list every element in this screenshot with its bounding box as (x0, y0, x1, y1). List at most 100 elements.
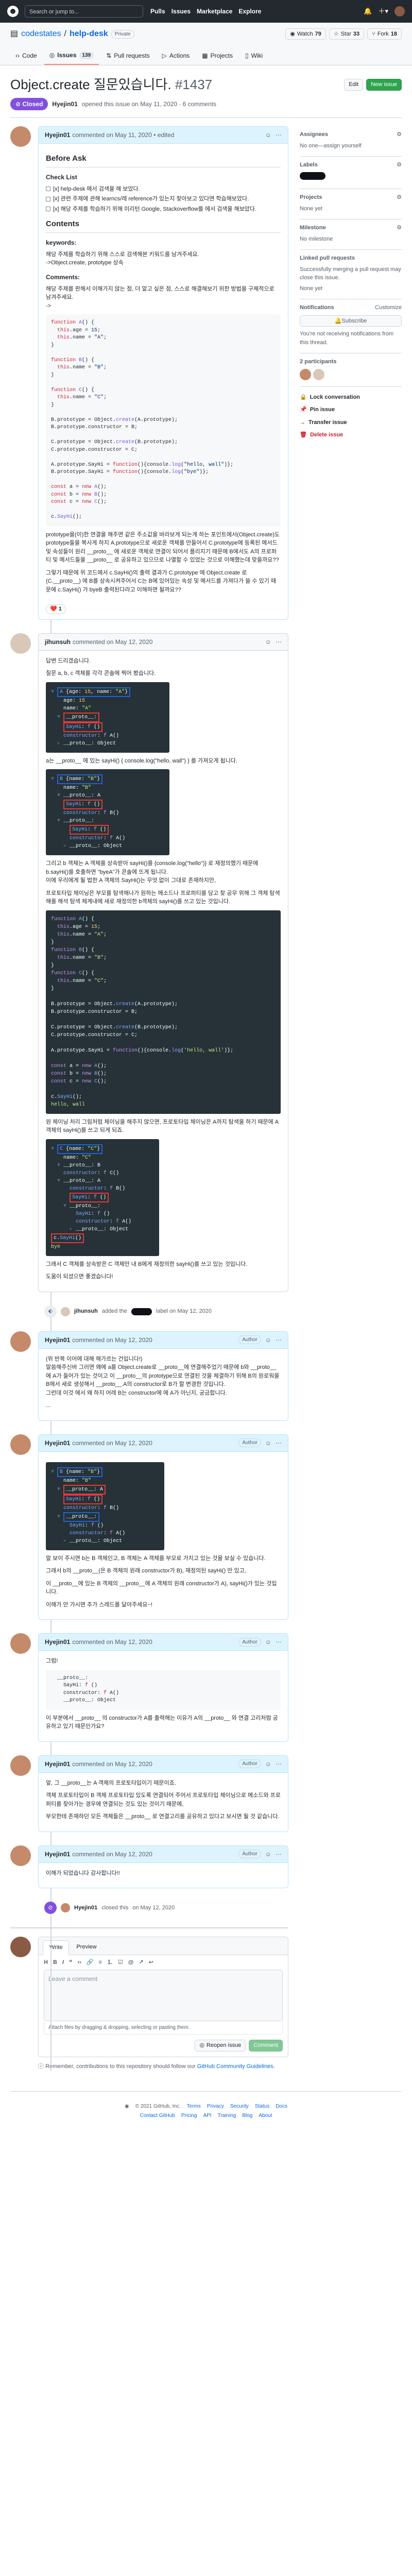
footer-link[interactable]: Privacy (207, 2103, 224, 2110)
guidelines-link[interactable]: GitHub Community Guidelines (197, 2063, 273, 2070)
avatar[interactable] (10, 633, 31, 654)
reply-icon[interactable]: ↩ (149, 1958, 153, 1967)
footer-link[interactable]: Training (218, 2112, 236, 2120)
gear-icon[interactable]: ⚙ (397, 224, 402, 232)
footer-link[interactable]: Status (255, 2103, 269, 2110)
bell-icon[interactable]: 🔔 (364, 6, 372, 16)
pin-issue-action[interactable]: 📌 Pin issue (300, 403, 402, 416)
event-user[interactable]: Hyejin01 (74, 1904, 97, 1912)
repo-name-link[interactable]: help-desk (70, 28, 108, 40)
attach-files-hint[interactable]: Attach files by dragging & dropping, sel… (44, 2021, 283, 2035)
avatar[interactable] (10, 1633, 31, 1654)
lock-conversation-action[interactable]: 🔒 Lock conversation (300, 391, 402, 404)
event-user[interactable]: jihunsuh (74, 1307, 98, 1316)
comment-button[interactable]: Comment (249, 2040, 283, 2052)
repo-owner-link[interactable]: codestates (21, 28, 61, 40)
comment-author[interactable]: Hyejin01 (45, 1335, 70, 1345)
avatar[interactable] (61, 1903, 70, 1912)
github-logo-icon[interactable] (7, 6, 19, 17)
edit-button[interactable]: Edit (344, 79, 364, 91)
tab-actions[interactable]: ▷ Actions (157, 46, 195, 65)
assignees-value[interactable]: No one—assign yourself (300, 143, 362, 149)
subscribe-button[interactable]: 🔔Subscribe (300, 315, 402, 327)
comment-author[interactable]: Hyejin01 (45, 1759, 70, 1769)
tab-preview[interactable]: Preview (70, 1940, 102, 1955)
issue-author[interactable]: Hyejin01 (52, 99, 77, 109)
italic-icon[interactable]: I (62, 1958, 64, 1967)
list-icon[interactable]: ≡ (98, 1958, 101, 1967)
heart-reaction[interactable]: ❤️ 1 (46, 604, 66, 614)
mention-icon[interactable]: @ (128, 1958, 134, 1967)
numbered-list-icon[interactable]: ⒈ (107, 1958, 113, 1967)
customize-link[interactable]: Customize (375, 303, 402, 312)
smiley-icon[interactable]: ☺ (265, 1759, 271, 1769)
nav-marketplace[interactable]: Marketplace (197, 7, 232, 16)
avatar[interactable] (61, 1307, 70, 1316)
gear-icon[interactable]: ⚙ (397, 193, 402, 202)
footer-link[interactable]: Pricing (181, 2112, 197, 2120)
gear-icon[interactable]: ⚙ (397, 161, 402, 170)
avatar[interactable] (10, 126, 31, 147)
comment-author[interactable]: Hyejin01 (45, 130, 70, 140)
star-button[interactable]: ☆ Star 33 (329, 28, 365, 40)
kebab-icon[interactable]: ⋯ (276, 1335, 282, 1345)
label-chip[interactable] (131, 1308, 152, 1315)
comment-author[interactable]: Hyejin01 (45, 1850, 70, 1859)
bold-icon[interactable]: B (53, 1958, 57, 1967)
checkbox[interactable] (46, 207, 50, 212)
kebab-icon[interactable]: ⋯ (276, 1438, 282, 1448)
avatar[interactable] (10, 1845, 31, 1866)
plus-icon[interactable]: ＋▾ (378, 6, 388, 16)
smiley-icon[interactable]: ☺ (265, 1637, 271, 1647)
heading-icon[interactable]: H (44, 1958, 48, 1967)
footer-link[interactable]: API (203, 2112, 211, 2120)
nav-explore[interactable]: Explore (238, 7, 261, 16)
comment-author[interactable]: jihunsuh (45, 637, 71, 647)
footer-link[interactable]: Security (230, 2103, 249, 2110)
avatar[interactable] (10, 1434, 31, 1455)
tab-issues[interactable]: ◎ Issues 139 (44, 46, 99, 65)
checkbox[interactable] (46, 187, 50, 192)
footer-link[interactable]: Blog (242, 2112, 252, 2120)
smiley-icon[interactable]: ☺ (265, 1438, 271, 1448)
smiley-icon[interactable]: ☺ (265, 637, 271, 647)
comment-author[interactable]: Hyejin01 (45, 1438, 70, 1448)
task-list-icon[interactable]: ☑ (118, 1958, 123, 1967)
hidden-toggle[interactable]: ... (46, 1401, 281, 1410)
comment-textarea[interactable]: Leave a comment (44, 1970, 283, 2021)
footer-link[interactable]: About (259, 2112, 272, 2120)
comment-author[interactable]: Hyejin01 (45, 1637, 70, 1647)
kebab-icon[interactable]: ⋯ (276, 130, 282, 140)
checkbox[interactable] (46, 196, 50, 201)
footer-link[interactable]: Docs (276, 2103, 287, 2110)
footer-link[interactable]: Contact GitHub (140, 2112, 175, 2120)
footer-link[interactable]: Terms (187, 2103, 201, 2110)
user-avatar[interactable] (394, 6, 405, 16)
avatar[interactable] (313, 368, 324, 380)
tab-wiki[interactable]: ▯ Wiki (240, 46, 268, 65)
fork-button[interactable]: ⑂ Fork 18 (367, 28, 402, 40)
search-input[interactable]: Search or jump to... (25, 5, 143, 18)
label-chip[interactable] (300, 172, 325, 180)
transfer-issue-action[interactable]: → Transfer issue (300, 416, 402, 429)
delete-issue-action[interactable]: 🗑 Delete issue (300, 429, 402, 442)
new-issue-button[interactable]: New issue (366, 79, 402, 91)
tab-code[interactable]: ‹› Code (10, 46, 42, 65)
quote-icon[interactable]: ❝ (69, 1958, 72, 1967)
reopen-issue-button[interactable]: ◎ Reopen issue (195, 2040, 246, 2052)
code-icon[interactable]: ‹› (77, 1958, 81, 1967)
tab-pull-requests[interactable]: ⇅ Pull requests (101, 46, 154, 65)
gear-icon[interactable]: ⚙ (397, 130, 402, 139)
smiley-icon[interactable]: ☺ (265, 130, 271, 140)
watch-button[interactable]: ◉ Watch 79 (285, 28, 326, 40)
avatar[interactable] (300, 368, 311, 380)
kebab-icon[interactable]: ⋯ (276, 637, 282, 647)
avatar[interactable] (10, 1937, 31, 1957)
avatar[interactable] (10, 1331, 31, 1352)
github-mark-icon[interactable]: ◉ (125, 2103, 129, 2110)
nav-issues[interactable]: Issues (171, 7, 191, 16)
link-icon[interactable]: 🔗 (87, 1958, 94, 1967)
nav-pulls[interactable]: Pulls (150, 7, 165, 16)
reference-icon[interactable]: ↗ (139, 1958, 144, 1967)
tab-projects[interactable]: ▦ Projects (197, 46, 238, 65)
